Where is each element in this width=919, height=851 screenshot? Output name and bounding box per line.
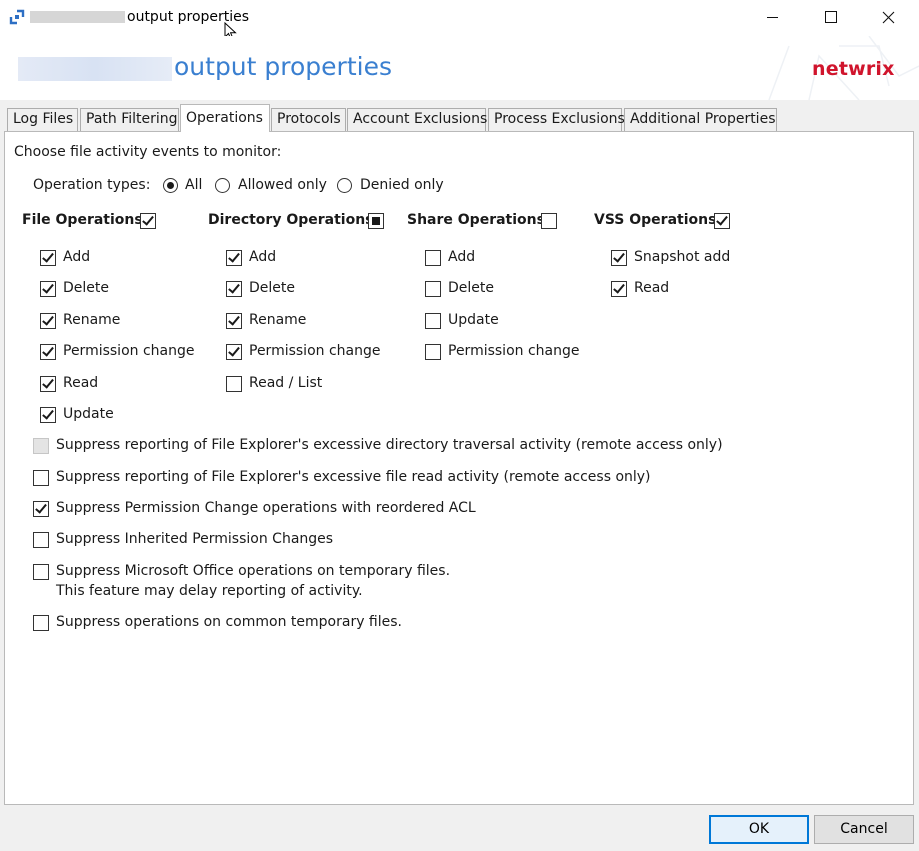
suppress-reordered-acl-label[interactable]: Suppress Permission Change operations wi… [56,500,476,516]
tab-log-files[interactable]: Log Files [7,108,78,131]
suppress-directory-traversal-checkbox[interactable] [33,438,49,454]
directory-delete-label[interactable]: Delete [249,280,295,296]
minimize-button[interactable] [744,0,802,36]
file-operations-label: File Operations: [22,212,149,228]
tab-account-exclusions[interactable]: Account Exclusions [347,108,487,131]
file-read-checkbox[interactable] [40,376,56,392]
file-delete-checkbox[interactable] [40,281,56,297]
suppress-office-temp-label[interactable]: Suppress Microsoft Office operations on … [56,563,450,579]
operation-types-label: Operation types: [33,177,151,193]
radio-all[interactable] [163,178,178,193]
share-add-checkbox[interactable] [425,250,441,266]
suppress-file-read-checkbox[interactable] [33,470,49,486]
vss-read-checkbox[interactable] [611,281,627,297]
directory-add-checkbox[interactable] [226,250,242,266]
share-operations-label: Share Operations: [407,212,551,228]
file-permission-change-label[interactable]: Permission change [63,343,194,359]
share-operations-checkbox[interactable] [541,213,557,229]
app-icon [9,9,25,25]
suppress-directory-traversal-label[interactable]: Suppress reporting of File Explorer's ex… [56,437,723,453]
radio-denied-only[interactable] [337,178,352,193]
tab-protocols[interactable]: Protocols [271,108,346,131]
file-read-label[interactable]: Read [63,375,98,391]
minimize-icon [767,17,778,18]
suppress-office-temp-note: This feature may delay reporting of acti… [56,583,363,599]
close-icon [882,11,895,24]
file-update-label[interactable]: Update [63,406,114,422]
file-permission-change-checkbox[interactable] [40,344,56,360]
vss-read-label[interactable]: Read [634,280,669,296]
suppress-file-read-label[interactable]: Suppress reporting of File Explorer's ex… [56,469,651,485]
share-delete-checkbox[interactable] [425,281,441,297]
header-title: output properties [174,52,392,81]
share-permission-change-label[interactable]: Permission change [448,343,579,359]
radio-denied-only-label[interactable]: Denied only [360,177,444,193]
vss-snapshot-add-checkbox[interactable] [611,250,627,266]
close-button[interactable] [860,0,918,36]
tab-path-filtering[interactable]: Path Filtering [80,108,179,131]
directory-operations-checkbox[interactable] [368,213,384,229]
ok-button[interactable]: OK [709,815,809,844]
file-update-checkbox[interactable] [40,407,56,423]
vss-operations-label: VSS Operations: [594,212,723,228]
share-permission-change-checkbox[interactable] [425,344,441,360]
maximize-icon [825,11,837,23]
suppress-inherited-permissions-checkbox[interactable] [33,532,49,548]
share-update-label[interactable]: Update [448,312,499,328]
radio-allowed-only-label[interactable]: Allowed only [238,177,327,193]
tab-operations[interactable]: Operations [180,104,270,132]
redacted-header-segment [18,57,172,81]
tab-process-exclusions[interactable]: Process Exclusions [488,108,625,131]
share-update-checkbox[interactable] [425,313,441,329]
radio-allowed-only[interactable] [215,178,230,193]
directory-read-list-checkbox[interactable] [226,376,242,392]
file-add-label[interactable]: Add [63,249,90,265]
suppress-common-temp-label[interactable]: Suppress operations on common temporary … [56,614,402,630]
redacted-title-segment [30,11,125,23]
share-delete-label[interactable]: Delete [448,280,494,296]
file-delete-label[interactable]: Delete [63,280,109,296]
netwrix-logo: netwrix [812,58,895,80]
directory-rename-checkbox[interactable] [226,313,242,329]
title-bar: output properties [0,0,919,41]
suppress-inherited-permissions-label[interactable]: Suppress Inherited Permission Changes [56,531,333,547]
directory-add-label[interactable]: Add [249,249,276,265]
vss-snapshot-add-label[interactable]: Snapshot add [634,249,730,265]
tab-additional-properties[interactable]: Additional Properties [624,108,777,131]
operations-panel: Choose file activity events to monitor: … [4,131,914,805]
directory-rename-label[interactable]: Rename [249,312,306,328]
vss-operations-checkbox[interactable] [714,213,730,229]
file-add-checkbox[interactable] [40,250,56,266]
file-rename-checkbox[interactable] [40,313,56,329]
directory-operations-label: Directory Operations: [208,212,380,228]
directory-permission-change-checkbox[interactable] [226,344,242,360]
file-operations-checkbox[interactable] [140,213,156,229]
directory-permission-change-label[interactable]: Permission change [249,343,380,359]
dialog-header: output properties netwrix [0,36,919,100]
suppress-reordered-acl-checkbox[interactable] [33,501,49,517]
maximize-button[interactable] [802,0,860,36]
suppress-office-temp-checkbox[interactable] [33,564,49,580]
intro-label: Choose file activity events to monitor: [14,144,282,160]
file-rename-label[interactable]: Rename [63,312,120,328]
cancel-button[interactable]: Cancel [814,815,914,844]
suppress-common-temp-checkbox[interactable] [33,615,49,631]
directory-delete-checkbox[interactable] [226,281,242,297]
share-add-label[interactable]: Add [448,249,475,265]
directory-read-list-label[interactable]: Read / List [249,375,322,391]
radio-all-label[interactable]: All [185,177,202,193]
